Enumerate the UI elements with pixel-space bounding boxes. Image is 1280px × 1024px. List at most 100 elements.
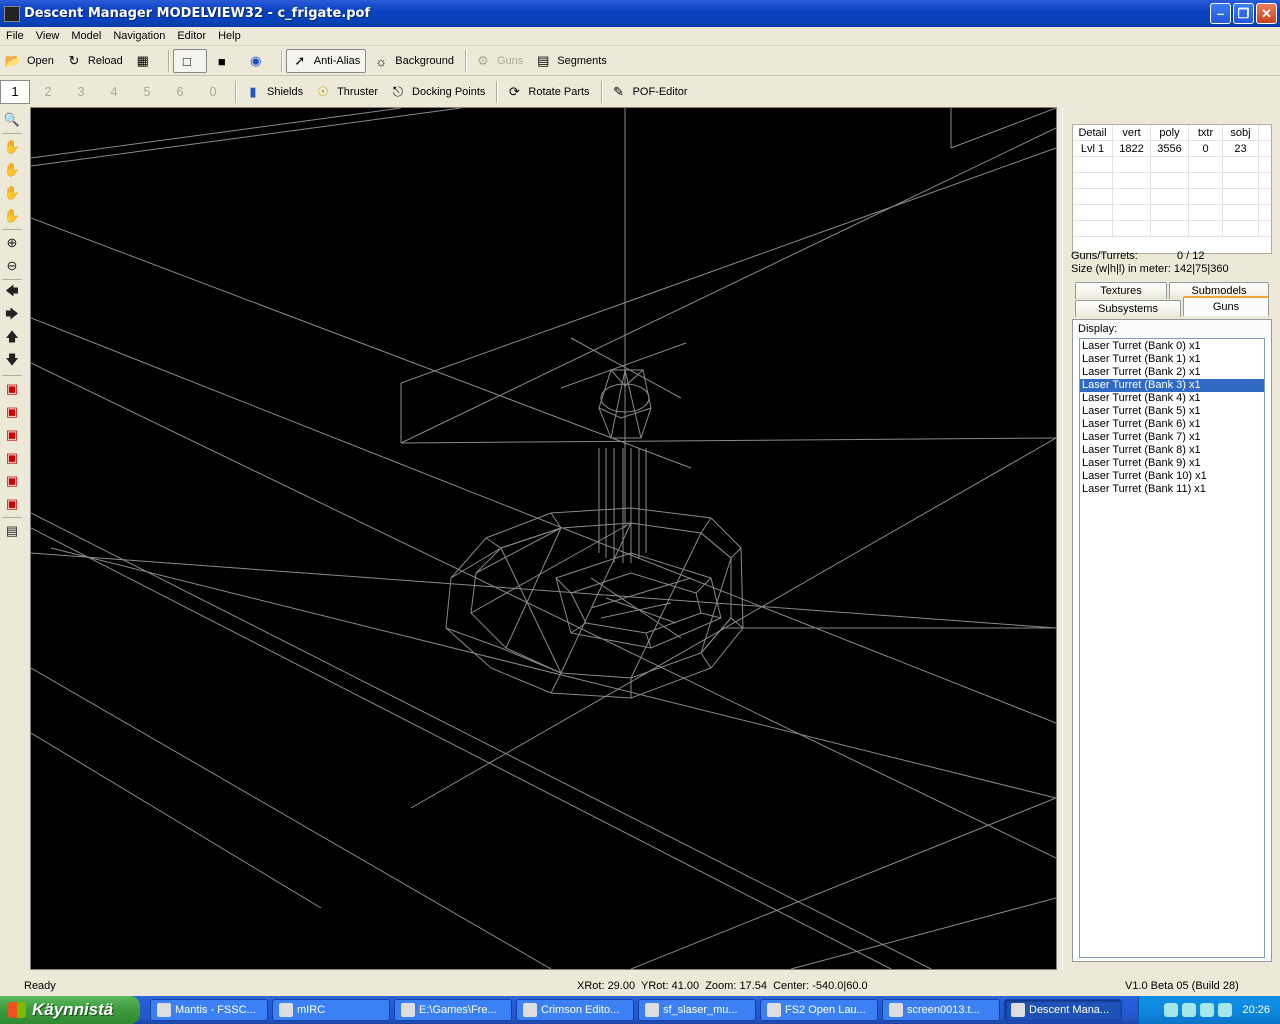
rotate-parts-button[interactable]: ⟳ Rotate Parts [501,80,594,104]
maximize-button[interactable]: ❐ [1233,3,1254,24]
clock[interactable]: 20:26 [1242,1004,1270,1016]
thruster-button[interactable]: ☉ Thruster [310,80,383,104]
segments-button[interactable]: ▤ Segments [530,49,612,73]
taskbar-task[interactable]: E:\Games\Fre... [394,999,512,1021]
rotate-right-hand-icon[interactable]: ✋ [2,206,22,226]
docking-points-button[interactable]: ⎋ Docking Points [385,80,490,104]
taskbar-task[interactable]: mIRC [272,999,390,1021]
list-item[interactable]: Laser Turret (Bank 1) x1 [1080,353,1264,366]
view-bottom-icon[interactable]: ▣ [2,494,22,514]
guns-tab-body: Display: Laser Turret (Bank 0) x1 Laser T… [1072,319,1272,962]
menu-model[interactable]: Model [65,30,107,42]
menu-view[interactable]: View [30,30,66,42]
tray-update-icon[interactable] [1218,1003,1233,1017]
shields-button[interactable]: ▮ Shields [240,80,308,104]
list-item[interactable]: Laser Turret (Bank 6) x1 [1080,418,1264,431]
task-app-icon [401,1003,415,1017]
list-item[interactable]: Laser Turret (Bank 9) x1 [1080,457,1264,470]
arrow-up-icon[interactable]: 🡅 [2,329,22,349]
table-row [1073,204,1271,221]
menu-navigation[interactable]: Navigation [107,30,171,42]
zoom-out-icon[interactable]: ⊖ [2,256,22,276]
tray-volume-icon[interactable] [1182,1003,1197,1017]
col-detail[interactable]: Detail [1073,124,1113,141]
menu-help[interactable]: Help [212,30,247,42]
solid-cube-icon: ■ [217,53,226,69]
app-icon[interactable] [4,5,20,22]
start-button[interactable]: Käynnistä [0,996,140,1024]
list-item[interactable]: Laser Turret (Bank 7) x1 [1080,431,1264,444]
taskbar-task[interactable]: FS2 Open Lau... [760,999,878,1021]
col-sobj[interactable]: sobj [1223,124,1259,141]
title-bar: Descent Manager MODELVIEW32 - c_frigate.… [0,0,1280,27]
properties-button[interactable]: ▦ [130,49,162,73]
detail-level-3[interactable]: 3 [66,80,96,104]
tab-guns[interactable]: Guns [1183,296,1269,316]
guns-button[interactable]: ⚙ Guns [470,49,528,73]
tray-network-icon[interactable] [1164,1003,1179,1017]
zoom-icon[interactable]: 🔍 [2,110,22,130]
list-item[interactable]: Laser Turret (Bank 3) x1 [1080,379,1264,392]
table-row [1073,220,1271,237]
list-item[interactable]: Laser Turret (Bank 0) x1 [1080,340,1264,353]
col-vert[interactable]: vert [1113,124,1151,141]
list-item[interactable]: Laser Turret (Bank 10) x1 [1080,470,1264,483]
taskbar-task[interactable]: Descent Mana... [1004,999,1122,1021]
detail-level-0[interactable]: 0 [198,80,228,104]
arrow-down-icon[interactable]: 🡇 [2,352,22,372]
detail-level-4[interactable]: 4 [99,80,129,104]
table-row[interactable]: Lvl 1 1822 3556 0 23 [1073,140,1271,157]
screenshot-icon[interactable]: ▤ [2,521,22,541]
task-label: FS2 Open Lau... [785,1004,866,1016]
list-item[interactable]: Laser Turret (Bank 2) x1 [1080,366,1264,379]
anti-alias-button[interactable]: ➚ Anti-Alias [285,49,367,73]
open-button[interactable]: 📂 Open [0,49,59,73]
view-front-icon[interactable]: ▣ [2,379,22,399]
detail-level-1[interactable]: 1 [0,79,30,104]
col-txtr[interactable]: txtr [1189,124,1223,141]
tray-security-icon[interactable] [1200,1003,1215,1017]
taskbar-task[interactable]: Crimson Edito... [516,999,634,1021]
rotate-down-hand-icon[interactable]: ✋ [2,160,22,180]
view-back-icon[interactable]: ▣ [2,402,22,422]
rotate-icon: ⟳ [508,83,520,99]
view-right-icon[interactable]: ▣ [2,448,22,468]
wireframe-mode-button[interactable]: □ [172,49,207,73]
gun-list[interactable]: Laser Turret (Bank 0) x1 Laser Turret (Ba… [1079,338,1265,958]
list-item[interactable]: Laser Turret (Bank 4) x1 [1080,392,1264,405]
taskbar-task[interactable]: screen0013.t... [882,999,1000,1021]
guns-icon: ⚙ [477,53,489,68]
solid-mode-button[interactable]: ■ [209,49,241,73]
system-tray: 20:26 [1138,996,1280,1024]
menu-editor[interactable]: Editor [171,30,212,42]
model-viewport[interactable] [30,107,1057,970]
view-top-icon[interactable]: ▣ [2,471,22,491]
list-item[interactable]: Laser Turret (Bank 8) x1 [1080,444,1264,457]
list-item[interactable]: Laser Turret (Bank 11) x1 [1080,483,1264,496]
list-item[interactable]: Laser Turret (Bank 5) x1 [1080,405,1264,418]
close-button[interactable]: ✕ [1256,3,1277,24]
detail-level-5[interactable]: 5 [132,80,162,104]
detail-table-header: Detail vert poly txtr sobj [1073,124,1271,141]
view-left-icon[interactable]: ▣ [2,425,22,445]
detail-level-6[interactable]: 6 [165,80,195,104]
arrow-right-icon[interactable]: 🡆 [2,306,22,326]
detail-level-2[interactable]: 2 [33,80,63,104]
rotate-left-hand-icon[interactable]: ✋ [2,183,22,203]
reload-button[interactable]: ↻ Reload [61,49,128,73]
taskbar-task[interactable]: Mantis - FSSC... [150,999,268,1021]
arrow-left-icon[interactable]: 🡄 [2,283,22,303]
textured-mode-button[interactable]: ◉ [243,49,275,73]
col-poly[interactable]: poly [1151,124,1189,141]
minimize-button[interactable]: – [1210,3,1231,24]
zoom-in-icon[interactable]: ⊕ [2,233,22,253]
tab-subsystems[interactable]: Subsystems [1075,300,1181,317]
background-button[interactable]: ☼ Background [368,49,459,73]
rotate-up-hand-icon[interactable]: ✋ [2,137,22,157]
task-app-icon [767,1003,781,1017]
pof-editor-button[interactable]: ✎ POF-Editor [606,80,693,104]
tab-textures[interactable]: Textures [1075,282,1167,299]
taskbar-task[interactable]: sf_slaser_mu... [638,999,756,1021]
menu-file[interactable]: File [0,30,30,42]
task-app-icon [1011,1003,1025,1017]
